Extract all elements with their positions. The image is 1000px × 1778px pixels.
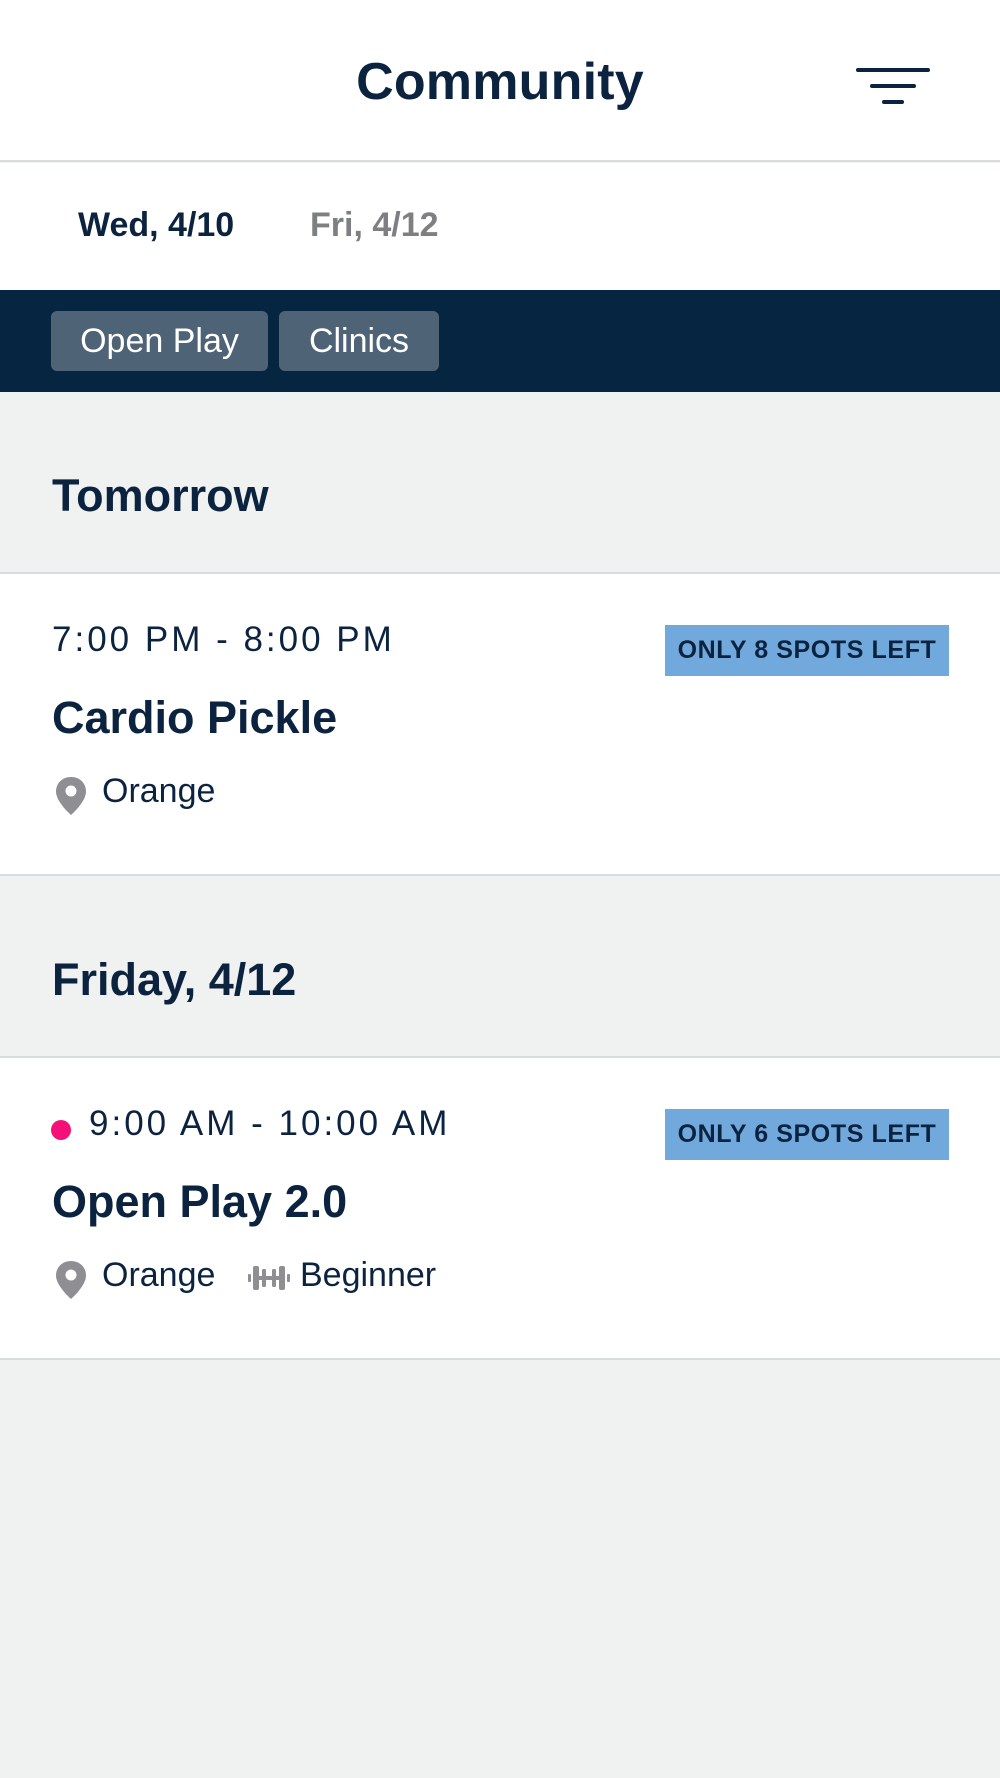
event-time: 9:00 AM - 10:00 AM (89, 1104, 451, 1143)
spots-left-badge: ONLY 8 SPOTS LEFT (665, 625, 949, 676)
dumbbell-icon (248, 1266, 290, 1290)
event-title: Open Play 2.0 (52, 1176, 348, 1227)
filter-lines-icon (856, 68, 930, 104)
section-title: Friday, 4/12 (52, 954, 297, 1005)
filter-chip-bar: Open Play Clinics (0, 290, 1000, 392)
event-card-cardio-pickle[interactable]: 7:00 PM - 8:00 PM ONLY 8 SPOTS LEFT Card… (0, 574, 1000, 876)
event-location: Orange (102, 1256, 216, 1294)
chip-open-play[interactable]: Open Play (51, 311, 268, 371)
event-level: Beginner (300, 1256, 437, 1294)
app-header: Community (0, 0, 1000, 162)
event-location: Orange (102, 772, 216, 810)
spots-left-badge: ONLY 6 SPOTS LEFT (665, 1109, 949, 1160)
section-title: Tomorrow (52, 470, 269, 521)
date-tab-fri[interactable]: Fri, 4/12 (310, 206, 439, 245)
filter-button[interactable] (842, 56, 942, 116)
date-selector: Wed, 4/10 Fri, 4/12 (0, 163, 1000, 290)
map-pin-icon (56, 777, 86, 815)
map-pin-icon (56, 1261, 86, 1299)
event-card-open-play[interactable]: 9:00 AM - 10:00 AM ONLY 6 SPOTS LEFT Ope… (0, 1058, 1000, 1360)
section-header-tomorrow: Tomorrow (0, 392, 1000, 574)
chip-clinics[interactable]: Clinics (279, 311, 439, 371)
live-indicator-dot (51, 1120, 71, 1140)
event-title: Cardio Pickle (52, 692, 338, 743)
section-header-friday: Friday, 4/12 (0, 876, 1000, 1058)
event-time: 7:00 PM - 8:00 PM (52, 620, 395, 659)
date-tab-wed[interactable]: Wed, 4/10 (78, 206, 234, 245)
